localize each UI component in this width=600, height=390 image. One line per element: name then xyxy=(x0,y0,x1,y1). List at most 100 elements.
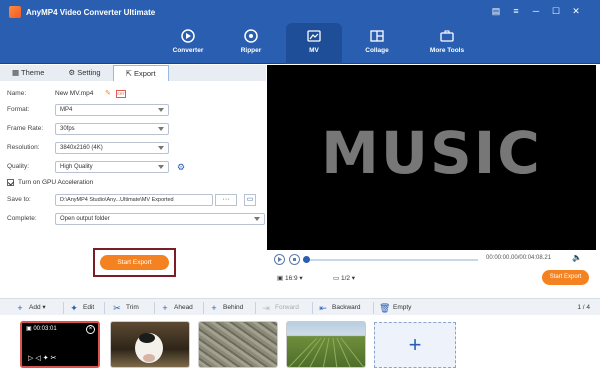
nav-ripper-label: Ripper xyxy=(240,47,262,54)
play-button[interactable] xyxy=(274,254,285,265)
preview-text: MUSIC xyxy=(321,119,542,187)
resolution-select[interactable]: 3840x2160 (4K) xyxy=(55,142,169,154)
progress-bar[interactable] xyxy=(303,256,478,263)
browse-button[interactable]: ··· xyxy=(215,194,237,206)
behind-button[interactable]: + Behind xyxy=(209,302,243,314)
divider xyxy=(63,302,64,314)
close-icon[interactable]: ✕ xyxy=(570,5,582,17)
saveto-value: D:\AnyMP4 Studio\Any...Ultimate\MV Expor… xyxy=(60,197,174,203)
plus-icon: + xyxy=(408,332,422,357)
nav-converter[interactable]: Converter xyxy=(160,23,216,64)
plus-ahead-icon: + xyxy=(162,303,168,313)
plus-behind-icon: + xyxy=(211,303,217,313)
format-value: MP4 xyxy=(60,107,73,113)
chevron-down-icon xyxy=(158,108,164,112)
volume-icon[interactable]: ◁ xyxy=(35,355,40,362)
nav-converter-label: Converter xyxy=(172,47,204,54)
clip-time-value: 00:03:01 xyxy=(33,326,57,332)
clip-pager: 1 / 4 xyxy=(577,304,590,311)
volume-icon[interactable]: 🔈 xyxy=(572,253,582,262)
theme-icon: ▦ xyxy=(12,68,22,77)
start-export-button[interactable]: Start Export xyxy=(100,255,169,270)
trim-button[interactable]: ✂ Trim xyxy=(112,302,139,314)
menu-icon[interactable]: ≡ xyxy=(510,5,522,17)
srt-icon[interactable]: SRT xyxy=(116,90,126,98)
chevron-down-icon xyxy=(158,165,164,169)
clip-tools: ▷ ◁ ✦ ✂ xyxy=(28,354,56,362)
remove-clip-icon[interactable]: × xyxy=(86,325,95,334)
edit-star-icon: ✦ xyxy=(70,303,78,313)
mv-tabs: ▦ Theme ⚙ Setting ⇱ Export xyxy=(0,65,266,81)
nav-collage[interactable]: Collage xyxy=(349,23,405,64)
quality-label: Quality: xyxy=(7,163,30,170)
format-select[interactable]: MP4 xyxy=(55,104,169,116)
nav-more-tools[interactable]: More Tools xyxy=(412,23,482,64)
video-preview: MUSIC xyxy=(267,65,596,250)
framerate-value: 30fps xyxy=(60,126,75,132)
clip-thumbnail-aerial[interactable] xyxy=(198,321,278,368)
edit-button[interactable]: ✦ Edit xyxy=(69,302,94,314)
feedback-icon[interactable]: ▤ xyxy=(490,5,502,17)
tab-export[interactable]: ⇱ Export xyxy=(112,65,169,81)
chevron-down-icon xyxy=(158,127,164,131)
clip-thumbnail-cow[interactable] xyxy=(110,321,190,368)
add-button[interactable]: + Add ▾ xyxy=(15,302,45,314)
star-edit-icon[interactable]: ✦ xyxy=(43,355,49,362)
resolution-value: 3840x2160 (4K) xyxy=(60,145,103,151)
forward-label: Forward xyxy=(275,304,299,311)
edit-name-icon[interactable]: ✎ xyxy=(105,88,111,100)
nav-mv[interactable]: MV xyxy=(286,23,342,64)
checkbox-checked-icon xyxy=(7,179,14,186)
complete-select[interactable]: Open output folder xyxy=(55,213,265,225)
add-label: Add xyxy=(29,304,41,311)
tab-setting[interactable]: ⚙ Setting xyxy=(56,65,112,81)
quality-select[interactable]: High Quality xyxy=(55,161,169,173)
tab-setting-label: Setting xyxy=(77,68,101,77)
empty-button[interactable]: 🗑 Empty xyxy=(379,302,411,314)
divider xyxy=(312,302,313,314)
start-export-button-small[interactable]: Start Export xyxy=(542,270,589,285)
monitor-icon: ▭ xyxy=(333,275,341,282)
clip-thumbnail-selected[interactable]: ▣ 00:03:01 × ▷ ◁ ✦ ✂ xyxy=(20,321,100,368)
toolbox-icon xyxy=(440,30,454,42)
nav-more-tools-label: More Tools xyxy=(429,47,465,54)
resolution-label: Resolution: xyxy=(7,144,40,151)
clip-thumbnail-field[interactable] xyxy=(286,321,366,368)
play-icon[interactable]: ▷ xyxy=(28,355,33,362)
quality-value: High Quality xyxy=(60,164,93,170)
forward-button[interactable]: ⇥ Forward xyxy=(261,302,299,314)
edit-label: Edit xyxy=(83,304,95,311)
format-label: Format: xyxy=(7,106,30,113)
app-title: AnyMP4 Video Converter Ultimate xyxy=(26,8,156,17)
maximize-icon[interactable]: ☐ xyxy=(550,5,562,17)
progress-knob[interactable] xyxy=(303,256,310,263)
divider xyxy=(373,302,374,314)
behind-label: Behind xyxy=(223,304,244,311)
trim-label: Trim xyxy=(126,304,139,311)
saveto-label: Save to: xyxy=(7,196,31,203)
aspect-ratio-select[interactable]: ▣ 16:9 ▾ xyxy=(277,274,303,282)
player-controls: 00:00:00.00/00:04:08.21 🔈 ▣ 16:9 ▾ ▭ 1/2… xyxy=(267,250,596,294)
app-logo-icon xyxy=(9,6,21,18)
saveto-path-field[interactable]: D:\AnyMP4 Studio\Any...Ultimate\MV Expor… xyxy=(55,194,213,206)
open-folder-icon[interactable]: ▭ xyxy=(244,194,256,206)
quality-settings-gear-icon[interactable]: ⚙ xyxy=(177,161,185,173)
page-select[interactable]: ▭ 1/2 ▾ xyxy=(333,274,355,282)
export-form: Name: New MV.mp4 ✎ SRT Format: MP4 Frame… xyxy=(0,81,266,330)
gpu-acceleration-checkbox[interactable]: Turn on GPU Acceleration xyxy=(7,177,207,189)
scissors-icon[interactable]: ✂ xyxy=(51,355,57,362)
clip-toolbar: + Add ▾ ✦ Edit ✂ Trim + Ahead + Behind ⇥ Forwa… xyxy=(0,298,600,315)
backward-button[interactable]: ⇤ Backward xyxy=(318,302,360,314)
add-clip-tile[interactable]: + xyxy=(374,322,456,368)
nav-ripper[interactable]: Ripper xyxy=(223,23,279,64)
tab-theme[interactable]: ▦ Theme xyxy=(0,65,56,81)
complete-label: Complete: xyxy=(7,215,37,222)
ahead-button[interactable]: + Ahead xyxy=(160,302,192,314)
time-display: 00:00:00.00/00:04:08.21 xyxy=(486,255,552,261)
framerate-select[interactable]: 30fps xyxy=(55,123,169,135)
stop-button[interactable] xyxy=(289,254,300,265)
name-value: New MV.mp4 xyxy=(55,90,94,97)
tab-export-label: Export xyxy=(133,69,156,78)
clip-duration: ▣ 00:03:01 xyxy=(26,325,57,332)
minimize-icon[interactable]: ─ xyxy=(530,5,542,17)
